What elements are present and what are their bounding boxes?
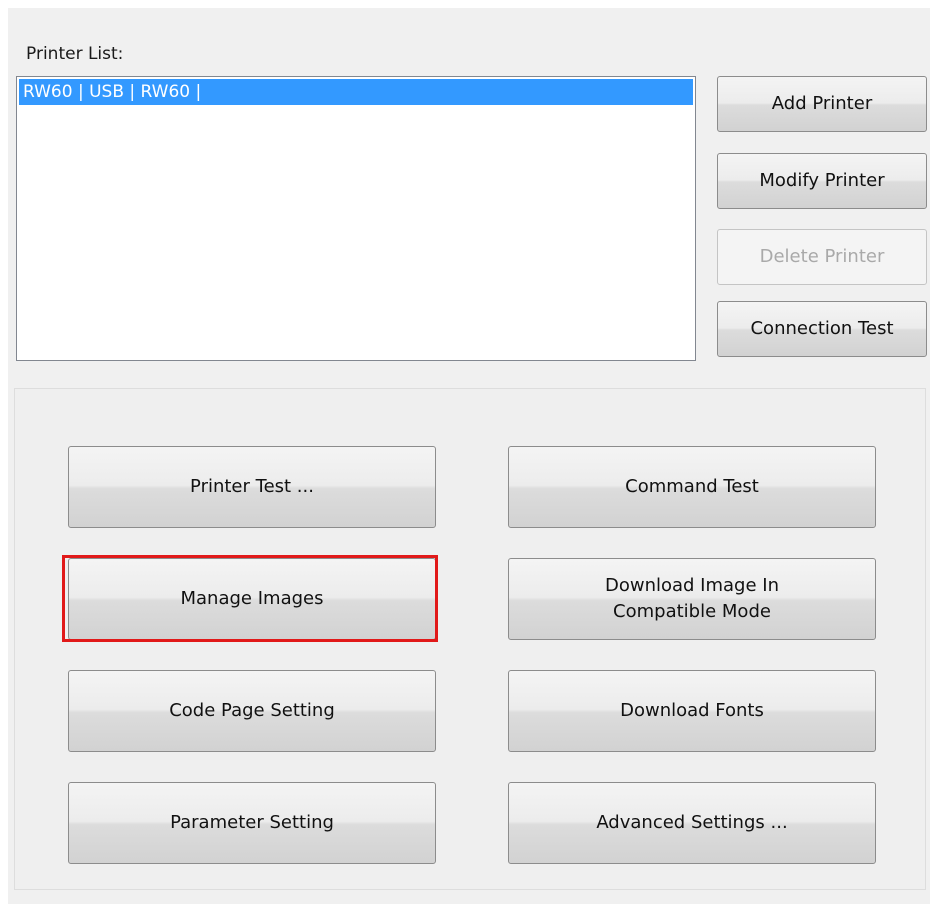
modify-printer-button[interactable]: Modify Printer xyxy=(717,153,927,209)
delete-printer-button[interactable]: Delete Printer xyxy=(717,229,927,285)
download-fonts-button[interactable]: Download Fonts xyxy=(508,670,876,752)
printer-list[interactable]: RW60 | USB | RW60 | xyxy=(16,76,696,361)
download-image-compatible-button[interactable]: Download Image In Compatible Mode xyxy=(508,558,876,640)
connection-test-button[interactable]: Connection Test xyxy=(717,301,927,357)
download-image-label-line1: Download Image In xyxy=(604,575,779,596)
command-test-button[interactable]: Command Test xyxy=(508,446,876,528)
highlight-box xyxy=(62,555,438,642)
add-printer-button[interactable]: Add Printer xyxy=(717,76,927,132)
code-page-setting-button[interactable]: Code Page Setting xyxy=(68,670,436,752)
printer-test-button[interactable]: Printer Test ... xyxy=(68,446,436,528)
download-image-label-line2: Compatible Mode xyxy=(613,601,771,622)
parameter-setting-button[interactable]: Parameter Setting xyxy=(68,782,436,864)
list-item[interactable]: RW60 | USB | RW60 | xyxy=(19,79,693,105)
printer-list-label: Printer List: xyxy=(26,44,124,64)
advanced-settings-button[interactable]: Advanced Settings ... xyxy=(508,782,876,864)
